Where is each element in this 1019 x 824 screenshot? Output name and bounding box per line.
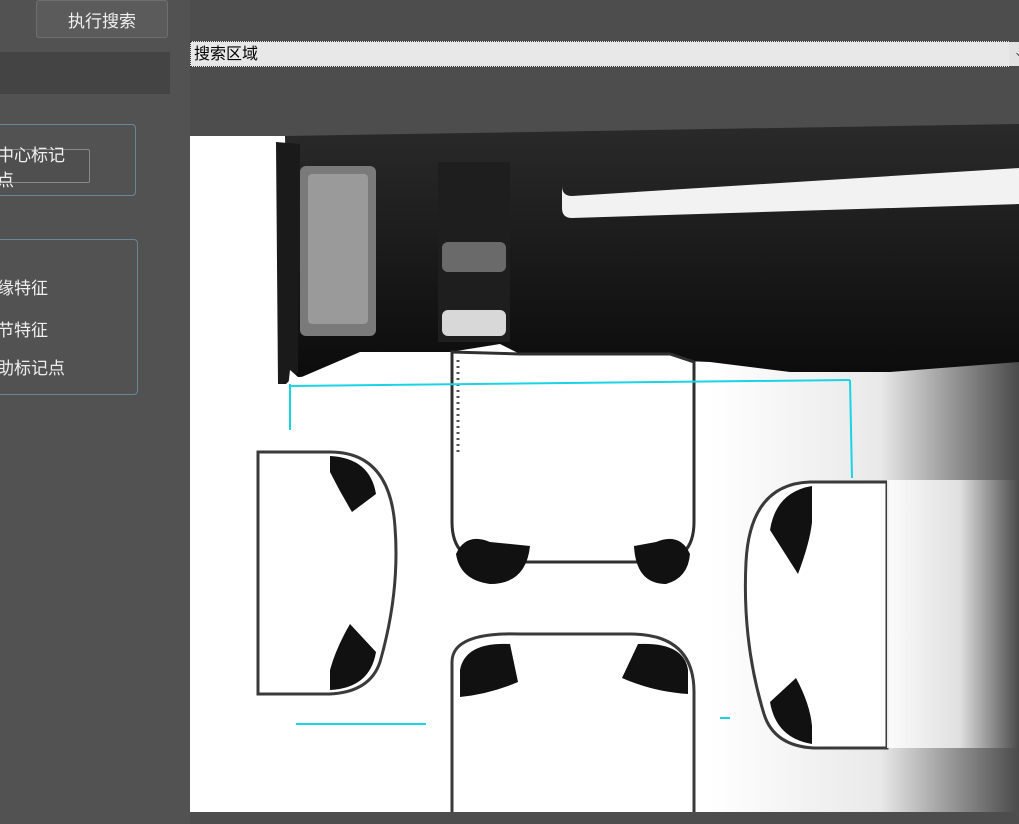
camera-image xyxy=(190,122,1019,824)
search-region-value: 搜索区域 xyxy=(194,44,259,63)
camera-image-view[interactable] xyxy=(190,122,1019,824)
center-marker-label: 中心标记点 xyxy=(0,146,65,191)
panel-header-bar xyxy=(0,52,170,94)
chevron-down-icon[interactable]: ⌄ xyxy=(1009,42,1019,66)
search-region-select[interactable]: 搜索区域 ⌄ xyxy=(190,41,1019,67)
center-marker-button[interactable]: 中心标记点 xyxy=(0,146,90,191)
detail-feature-option[interactable]: 细节特征 xyxy=(0,316,48,341)
execute-search-button[interactable]: 执行搜索 xyxy=(36,0,168,38)
left-control-panel: 执行搜索 中心标记点 边缘特征 细节特征 辅助标记点 xyxy=(0,0,190,824)
edge-feature-option[interactable]: 边缘特征 xyxy=(0,274,48,299)
aux-marker-option[interactable]: 辅助标记点 xyxy=(0,354,65,379)
